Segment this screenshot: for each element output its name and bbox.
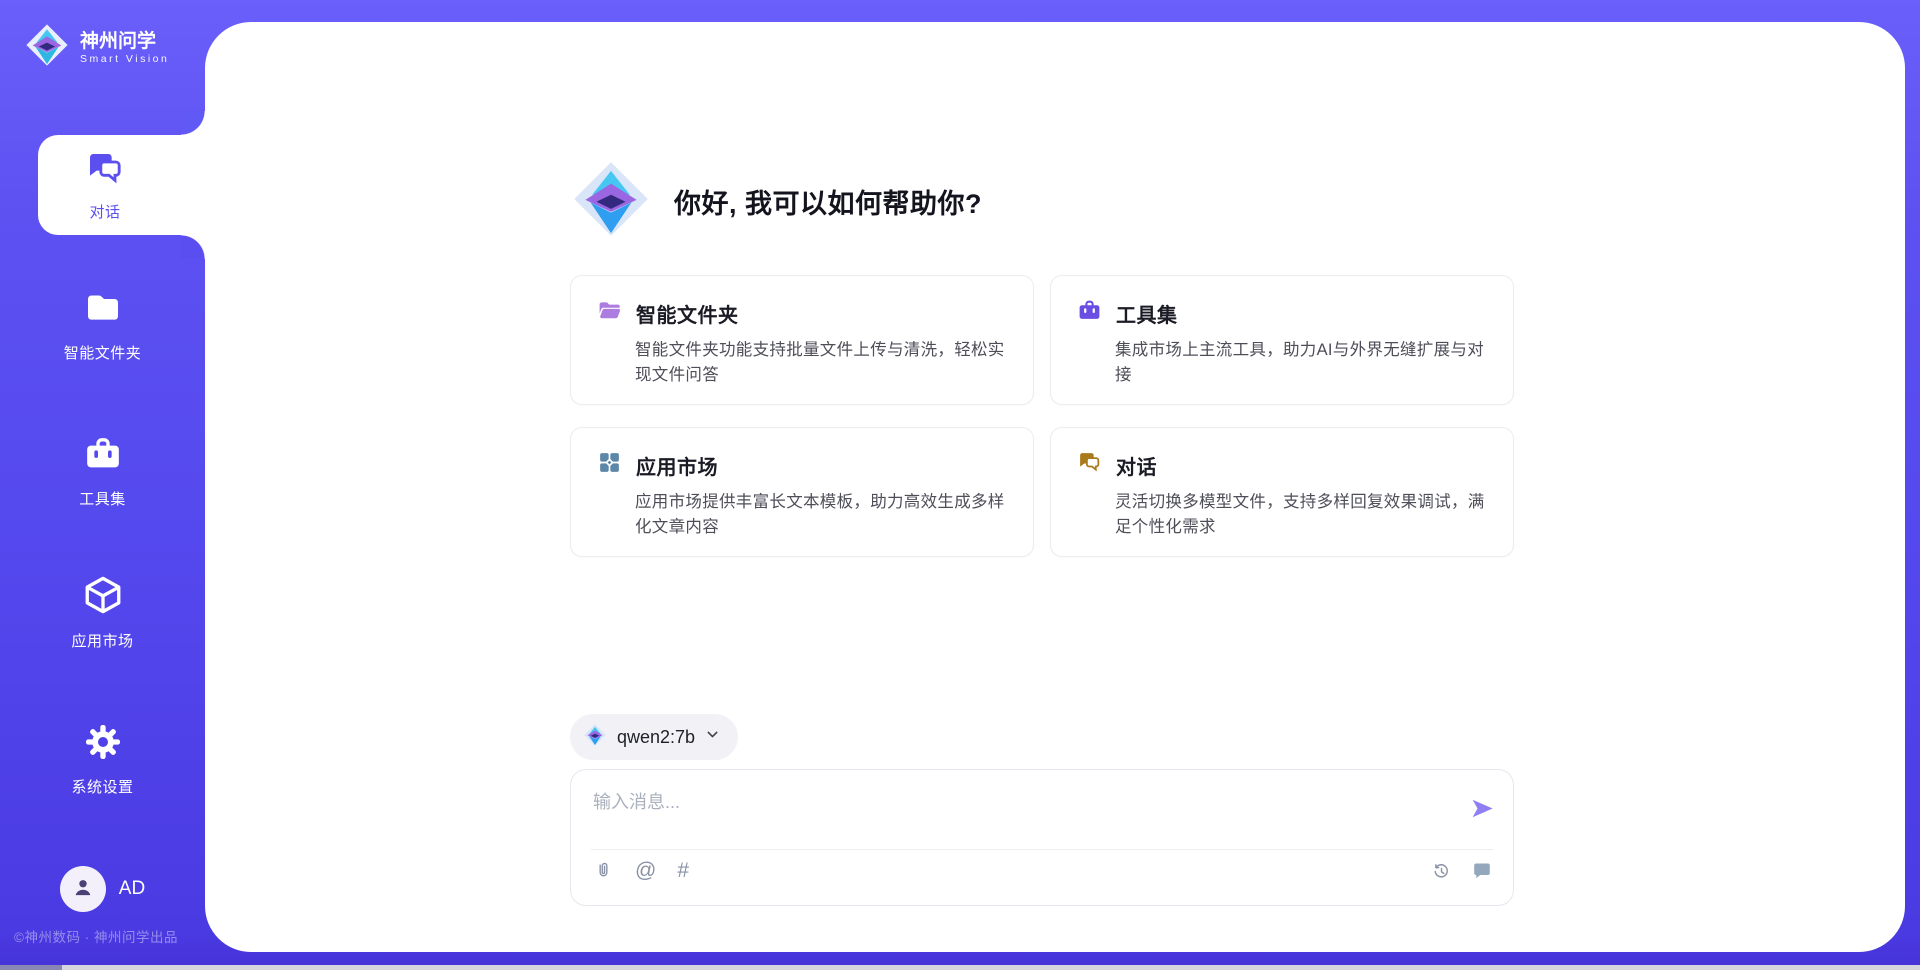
sidebar-item-chat[interactable]: 对话 — [38, 135, 206, 235]
tab-fillet-top — [181, 111, 205, 135]
sidebar-item-label: 应用市场 — [71, 630, 133, 651]
model-name: qwen2:7b — [617, 727, 695, 748]
send-icon[interactable] — [1468, 794, 1496, 822]
diamond-logo-icon — [583, 723, 607, 752]
message-input[interactable] — [593, 786, 1423, 818]
sidebar-item-label: 系统设置 — [71, 776, 133, 797]
history-icon[interactable] — [1431, 861, 1452, 882]
card-smart-folder[interactable]: 智能文件夹 智能文件夹功能支持批量文件上传与清洗，轻松实现文件问答 — [570, 275, 1034, 405]
tab-fillet-bottom — [181, 235, 205, 259]
folder-open-icon — [597, 298, 622, 328]
card-chat[interactable]: 对话 灵活切换多模型文件，支持多样回复效果调试，满足个性化需求 — [1050, 427, 1514, 557]
avatar — [60, 866, 106, 912]
copyright-footer: ©神州数码 · 神州问学出品 — [14, 926, 178, 946]
attachment-icon[interactable] — [593, 860, 614, 881]
feature-cards: 智能文件夹 智能文件夹功能支持批量文件上传与清洗，轻松实现文件问答 工具集 集成… — [570, 275, 1514, 557]
card-title: 工具集 — [1116, 299, 1178, 328]
mention-icon[interactable]: @ — [635, 860, 656, 881]
main-content-panel: 你好, 我可以如何帮助你? 智能文件夹 智能文件夹功能支持批量文件上传与清洗，轻… — [205, 22, 1905, 952]
chevron-down-icon — [705, 727, 720, 747]
person-icon — [70, 874, 96, 905]
toolbox-icon — [1077, 298, 1102, 328]
gear-icon — [83, 722, 123, 767]
card-title: 对话 — [1116, 451, 1157, 480]
folder-icon — [83, 288, 123, 333]
user-initials: AD — [119, 878, 145, 900]
chat-bubbles-icon — [1077, 450, 1102, 480]
toolbox-icon — [83, 434, 123, 479]
cube-icon — [82, 574, 124, 621]
sidebar-item-label: 智能文件夹 — [64, 342, 142, 363]
apps-grid-icon — [597, 450, 622, 480]
quick-reply-icon[interactable] — [1471, 860, 1493, 882]
card-toolset[interactable]: 工具集 集成市场上主流工具，助力AI与外界无缝扩展与对接 — [1050, 275, 1514, 405]
hero: 你好, 我可以如何帮助你? — [570, 158, 982, 245]
sidebar-item-settings[interactable]: 系统设置 — [0, 722, 205, 797]
scrollbar-thumb[interactable] — [0, 965, 62, 970]
card-description: 应用市场提供丰富长文本模板，助力高效生成多样化文章内容 — [635, 490, 1007, 540]
sidebar-item-label: 工具集 — [79, 488, 126, 509]
card-description: 智能文件夹功能支持批量文件上传与清洗，轻松实现文件问答 — [635, 338, 1007, 388]
composer-divider — [591, 849, 1493, 850]
card-description: 灵活切换多模型文件，支持多样回复效果调试，满足个性化需求 — [1115, 490, 1487, 540]
hashtag-icon[interactable]: # — [677, 860, 689, 881]
app-logo-diamond-icon — [570, 158, 652, 245]
horizontal-scrollbar[interactable] — [0, 965, 1920, 970]
brand-logo-diamond-icon — [24, 22, 70, 73]
brand-subtitle: Smart Vision — [80, 53, 169, 65]
card-title: 应用市场 — [636, 451, 718, 480]
sidebar-item-app-market[interactable]: 应用市场 — [0, 574, 205, 651]
brand: 神州问学 Smart Vision — [24, 22, 169, 73]
sidebar-item-smart-folder[interactable]: 智能文件夹 — [0, 288, 205, 363]
message-composer: @ # — [570, 769, 1514, 906]
card-app-market[interactable]: 应用市场 应用市场提供丰富长文本模板，助力高效生成多样化文章内容 — [570, 427, 1034, 557]
brand-name: 神州问学 — [80, 30, 169, 54]
sidebar-item-label: 对话 — [89, 201, 120, 222]
model-selector[interactable]: qwen2:7b — [570, 714, 738, 760]
chat-bubbles-icon — [85, 149, 125, 194]
card-title: 智能文件夹 — [636, 299, 739, 328]
greeting-title: 你好, 我可以如何帮助你? — [674, 182, 982, 221]
card-description: 集成市场上主流工具，助力AI与外界无缝扩展与对接 — [1115, 338, 1487, 388]
user-account[interactable]: AD — [0, 866, 205, 912]
sidebar-item-toolset[interactable]: 工具集 — [0, 434, 205, 509]
